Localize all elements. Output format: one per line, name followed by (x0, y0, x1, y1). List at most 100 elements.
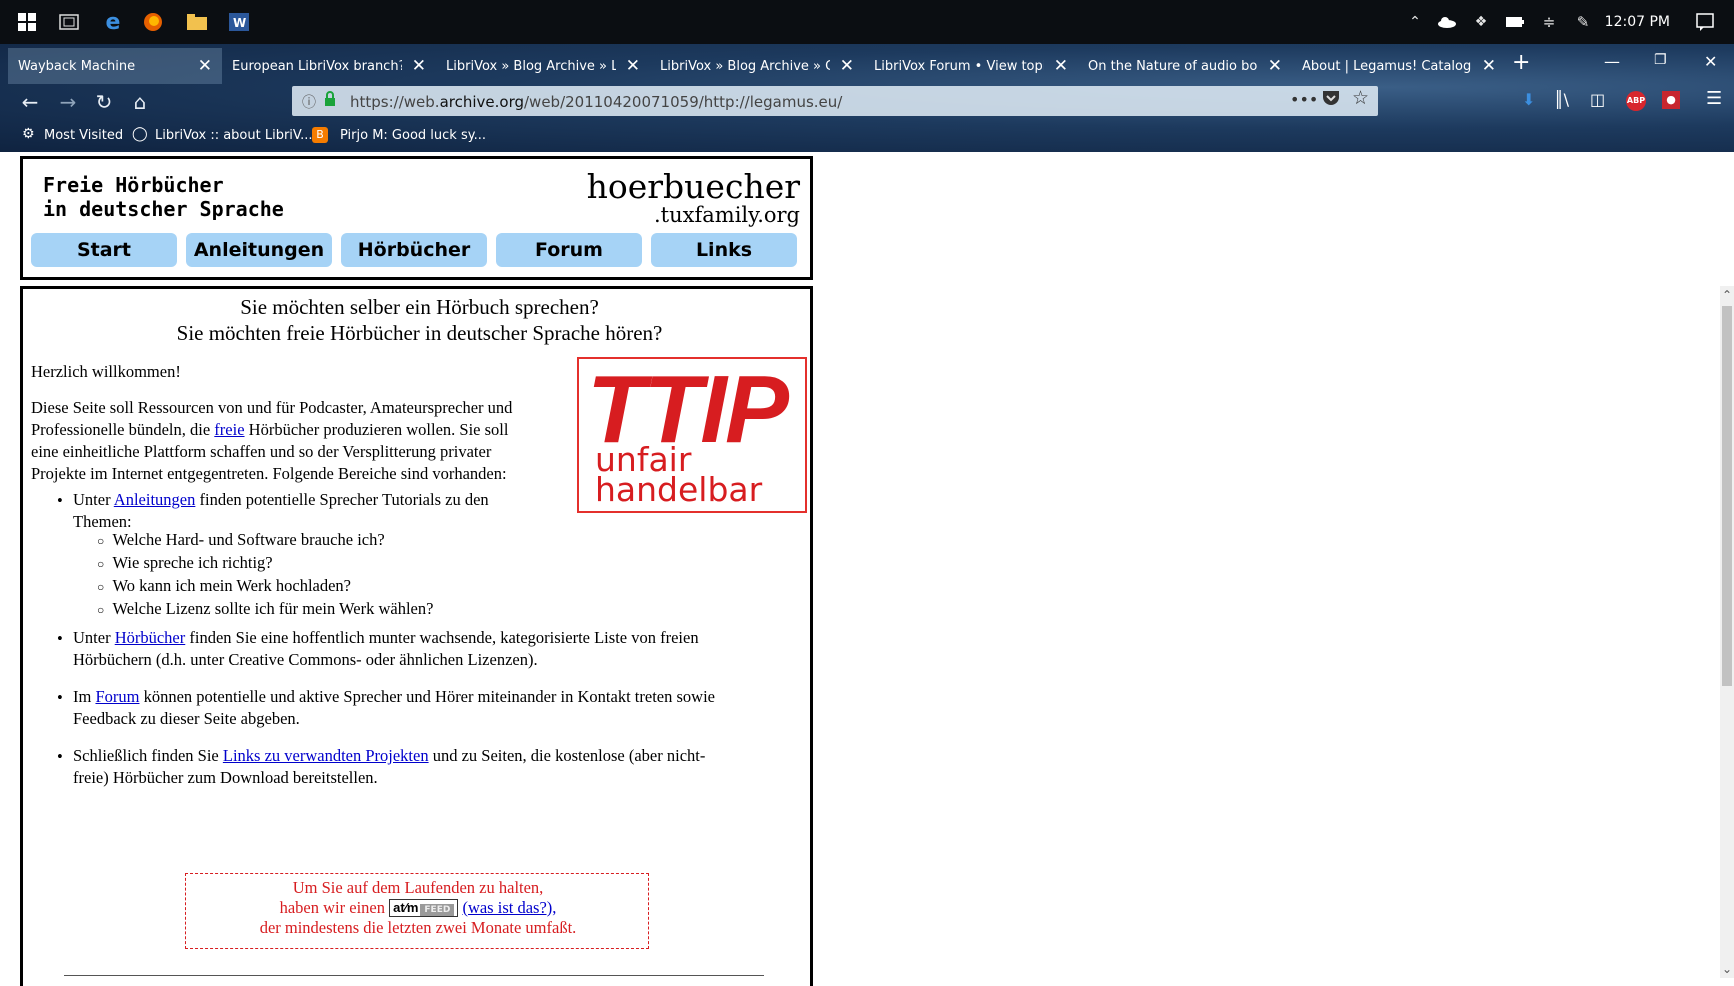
globe-icon: ◯ (132, 126, 148, 142)
brand-logo-main: hoerbuecher (586, 167, 800, 206)
feed-text: haben wir einen (279, 898, 385, 917)
windows-taskbar: e W ⌃ ❖ ≑ ✎ 12:07 PM (0, 0, 1734, 44)
link-freie[interactable]: freie (214, 420, 244, 439)
notification-icon[interactable] (1692, 10, 1718, 34)
tab-librivox-blog-2[interactable]: LibriVox » Blog Archive » Ca ✕ (650, 48, 864, 84)
bookmark-most-visited[interactable]: Most Visited (44, 128, 123, 143)
firefox-icon[interactable] (140, 10, 166, 34)
clock[interactable]: 12:07 PM (1605, 14, 1670, 30)
link-forum[interactable]: Forum (95, 687, 139, 706)
atom-feed-badge[interactable]: at⁄m FEED (389, 899, 459, 917)
list-item-anleitungen: Unter Anleitungen finden potentielle Spr… (73, 489, 553, 533)
page-actions-icon[interactable]: ••• (1290, 90, 1318, 109)
bookmark-librivox[interactable]: LibriVox :: about LibriV... (155, 128, 313, 143)
task-view-icon[interactable] (56, 10, 82, 34)
dropbox-icon[interactable]: ❖ (1468, 10, 1494, 34)
sub-list-text: Wie spreche ich richtig? (112, 553, 273, 572)
welcome-text: Herzlich willkommen! (31, 362, 181, 381)
word-icon[interactable]: W (226, 10, 252, 34)
nav-start[interactable]: Start (31, 233, 177, 267)
divider (64, 975, 764, 976)
start-icon[interactable] (14, 10, 40, 34)
pocket-icon[interactable] (1322, 90, 1340, 110)
intro-line: eine einheitliche Plattform schaffen und… (31, 442, 492, 461)
info-icon[interactable]: ⓘ (302, 92, 316, 112)
link-hoerbuecher[interactable]: Hörbücher (115, 628, 186, 647)
reload-icon[interactable]: ↻ (90, 90, 118, 114)
close-icon[interactable]: ✕ (198, 56, 212, 76)
tab-label: LibriVox Forum • View topic (874, 58, 1044, 74)
adblock-icon[interactable]: ABP (1626, 91, 1646, 111)
nav-anleitungen[interactable]: Anleitungen (186, 233, 332, 267)
gear-icon: ⚙ (22, 126, 35, 142)
tab-label: On the Nature of audio boo (1088, 58, 1258, 74)
bookmark-pirjo[interactable]: Pirjo M: Good luck sy... (340, 128, 486, 143)
tab-wayback-machine[interactable]: Wayback Machine ✕ (8, 48, 222, 84)
home-icon[interactable]: ⌂ (126, 90, 154, 114)
site-header: Freie Hörbücher in deutscher Sprache hoe… (20, 156, 813, 280)
ttip-banner[interactable]: TTIP unfair handelbar (577, 356, 807, 513)
sub-list-item: ○ Wo kann ich mein Werk hochladen? (97, 575, 433, 598)
wifi-icon[interactable]: ≑ (1536, 10, 1562, 34)
list-text: finden potentielle Sprecher Tutorials zu… (195, 490, 489, 509)
link-verwandte-projekte[interactable]: Links zu verwandten Projekten (223, 746, 429, 765)
bookmark-star-icon[interactable]: ☆ (1352, 87, 1369, 109)
close-icon[interactable]: ✕ (1268, 56, 1282, 76)
chevron-up-icon[interactable]: ⌃ (1402, 10, 1428, 34)
circle-bullet-icon: ○ (97, 580, 105, 594)
sub-list: ○ Welche Hard- und Software brauche ich?… (97, 529, 433, 621)
nav-hoerbuecher[interactable]: Hörbücher (341, 233, 487, 267)
nav-links[interactable]: Links (651, 233, 797, 267)
close-window-icon[interactable]: ✕ (1704, 52, 1717, 71)
edge-icon[interactable]: e (100, 10, 126, 35)
download-icon[interactable]: ⬇ (1522, 90, 1535, 109)
feed-text-line2: haben wir einen at⁄m FEED (was ist das?), (186, 898, 650, 918)
tab-european-librivox[interactable]: European LibriVox branch? ✕ (222, 48, 436, 84)
restore-icon[interactable]: ❐ (1654, 52, 1667, 68)
list-item-forum: Im Forum können potentielle und aktive S… (73, 686, 803, 730)
intro-paragraph: Diese Seite soll Ressourcen von und für … (31, 397, 571, 485)
new-tab-icon[interactable]: + (1512, 50, 1530, 75)
link-was-ist-das[interactable]: (was ist das?), (462, 898, 556, 917)
list-text: Im (73, 687, 96, 706)
intro-line: Diese Seite soll Ressourcen von und für … (31, 398, 513, 417)
sub-list-text: Welche Hard- und Software brauche ich? (112, 530, 385, 549)
tab-nature-of-audio[interactable]: On the Nature of audio boo ✕ (1078, 48, 1292, 84)
brand-logo-sub: .tuxfamily.org (654, 203, 800, 227)
scrollbar-thumb[interactable] (1722, 306, 1732, 686)
pen-icon[interactable]: ✎ (1570, 10, 1596, 34)
menu-icon[interactable]: ☰ (1706, 88, 1722, 109)
tab-legamus-catalog[interactable]: About | Legamus! Catalog ✕ (1292, 48, 1506, 84)
close-icon[interactable]: ✕ (1054, 56, 1068, 76)
minimize-icon[interactable]: — (1604, 52, 1620, 71)
battery-icon[interactable] (1502, 10, 1528, 34)
list-item-line: Im Forum können potentielle und aktive S… (73, 686, 803, 708)
back-icon[interactable]: ← (16, 90, 44, 114)
tab-librivox-forum[interactable]: LibriVox Forum • View topic ✕ (864, 48, 1078, 84)
close-icon[interactable]: ✕ (1482, 56, 1496, 76)
bullet-dot: • (57, 491, 63, 510)
lock-icon[interactable] (324, 91, 336, 111)
file-explorer-icon[interactable] (184, 10, 210, 34)
scroll-up-icon[interactable]: ⌃ (1722, 288, 1732, 302)
scroll-down-icon[interactable]: ⌄ (1722, 962, 1732, 976)
nav-forum[interactable]: Forum (496, 233, 642, 267)
list-item-line: Unter Anleitungen finden potentielle Spr… (73, 489, 553, 511)
sub-list-item: ○ Welche Lizenz sollte ich für mein Werk… (97, 598, 433, 621)
intro-line: Professionelle bündeln, die freie Hörbüc… (31, 419, 571, 441)
tab-librivox-blog-1[interactable]: LibriVox » Blog Archive » Lil ✕ (436, 48, 650, 84)
tab-label: About | Legamus! Catalog (1302, 58, 1472, 74)
extension-icon[interactable]: ● (1662, 91, 1680, 109)
close-icon[interactable]: ✕ (840, 56, 854, 76)
list-item-hoerbuecher: Unter Hörbücher finden Sie eine hoffentl… (73, 627, 803, 671)
onedrive-icon[interactable] (1434, 10, 1460, 34)
forward-icon[interactable]: → (54, 90, 82, 114)
site-title: Freie Hörbücher in deutscher Sprache (43, 173, 303, 221)
list-text: und zu Seiten, die kostenlose (aber nich… (428, 746, 706, 765)
link-anleitungen[interactable]: Anleitungen (114, 490, 196, 509)
close-icon[interactable]: ✕ (412, 56, 426, 76)
url-text[interactable]: https://web.archive.org/web/201104200710… (350, 93, 842, 111)
library-icon[interactable]: ║\ (1554, 90, 1569, 109)
close-icon[interactable]: ✕ (626, 56, 640, 76)
sidebar-icon[interactable]: ◫ (1590, 90, 1605, 109)
